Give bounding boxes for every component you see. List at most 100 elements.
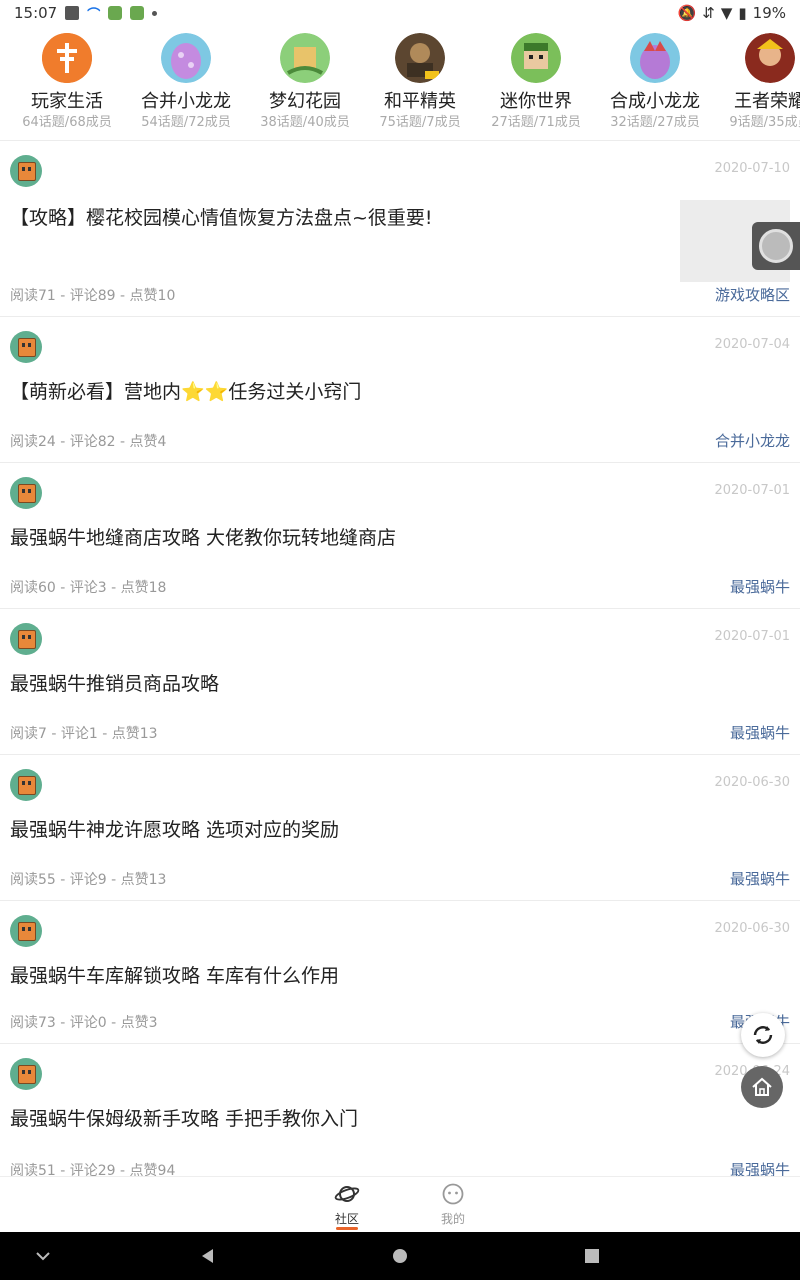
recents-icon [585,1249,599,1263]
app-notification-icon: ⌒ [87,7,101,23]
post-item[interactable]: 2020-06-30 最强蜗牛神龙许愿攻略 选项对应的奖励 阅读55 - 评论9… [0,755,800,900]
home-nav-button[interactable] [385,1232,415,1280]
post-tag[interactable]: 合并小龙龙 [715,430,790,451]
group-stats: 75话题/7成员 [379,115,461,130]
group-name: 合并小龙龙 [141,91,231,112]
recents-button[interactable] [577,1232,607,1280]
group-avatar [511,33,561,83]
group-item[interactable]: 梦幻花园 38话题/40成员 [245,28,365,131]
post-meta: 阅读7 - 评论1 - 点赞13 [10,726,158,742]
game-notification-icon-2 [130,6,145,20]
post-tag[interactable]: 最强蜗牛 [730,868,790,889]
post-date: 2020-07-04 [714,337,790,352]
group-strip[interactable]: 玩家生活 64话题/68成员 合并小龙龙 54话题/72成员 梦幻花园 38话题… [0,28,800,140]
bottom-tab-bar: 社区 我的 [0,1176,800,1233]
user-avatar[interactable] [10,477,42,509]
post-meta: 阅读24 - 评论82 - 点赞4 [10,434,167,450]
post-tag[interactable]: 最强蜗牛 [730,722,790,743]
battery-icon: ▮ [738,4,747,22]
chevron-down-icon [36,1252,50,1261]
group-item[interactable]: 王者荣耀 9话题/35成员 [710,28,800,131]
assistive-touch-button[interactable] [752,222,800,270]
group-name: 梦幻花园 [269,91,341,112]
post-title[interactable]: 【萌新必看】营地内⭐⭐任务过关小窍门 [10,377,361,404]
group-stats: 9话题/35成员 [729,115,800,130]
group-avatar [395,33,445,83]
post-title-text: 【萌新必看】营地内 [10,381,182,403]
group-item[interactable]: 迷你世界 27话题/71成员 [476,28,596,131]
group-stats: 54话题/72成员 [141,115,231,130]
back-icon [202,1249,213,1263]
post-item[interactable]: 2020-07-01 最强蜗牛地缝商店攻略 大佬教你玩转地缝商店 阅读60 - … [0,463,800,608]
group-avatar [745,33,795,83]
group-item[interactable]: 合并小龙龙 54话题/72成员 [126,28,246,131]
post-date: 2020-06-30 [714,775,790,790]
post-title[interactable]: 最强蜗牛保姆级新手攻略 手把手教你入门 [10,1104,358,1131]
group-item[interactable]: 和平精英 75话题/7成员 [360,28,480,131]
post-date: 2020-07-01 [714,629,790,644]
post-title-text-2: 任务过关小窍门 [228,381,362,403]
group-stats: 32话题/27成员 [610,115,700,130]
post-date: 2020-07-10 [714,161,790,176]
status-bar: 15:07 ⌒ 🔕 ⇵ ▼ ▮ 19% [0,0,800,26]
game-notification-icon [108,6,123,20]
smiley-icon [442,1183,464,1205]
star-icon: ⭐⭐ [181,381,229,403]
post-tag[interactable]: 最强蜗牛 [730,576,790,597]
user-avatar[interactable] [10,769,42,801]
active-tab-indicator [336,1227,358,1230]
post-item[interactable]: 2020-06-24 最强蜗牛保姆级新手攻略 手把手教你入门 阅读51 - 评论… [0,1044,800,1179]
tab-label: 我的 [440,1212,465,1226]
mute-icon: 🔕 [677,4,697,22]
post-item[interactable]: 2020-07-04 【萌新必看】营地内⭐⭐任务过关小窍门 阅读24 - 评论8… [0,317,800,462]
group-avatar [280,33,330,83]
user-avatar[interactable] [10,1058,42,1090]
group-stats: 64话题/68成员 [22,115,112,130]
user-avatar[interactable] [10,331,42,363]
home-icon [752,1077,772,1096]
group-name: 玩家生活 [31,91,103,112]
post-meta: 阅读60 - 评论3 - 点赞18 [10,580,167,596]
post-date: 2020-06-30 [714,921,790,936]
home-button[interactable] [741,1066,783,1108]
user-avatar[interactable] [10,155,42,187]
group-name: 和平精英 [384,91,456,112]
post-date: 2020-07-01 [714,483,790,498]
tab-community[interactable]: 社区 [317,1183,377,1230]
hide-nav-button[interactable] [28,1232,58,1280]
group-avatar [161,33,211,83]
wifi-icon: ▼ [720,4,733,22]
user-avatar[interactable] [10,623,42,655]
refresh-icon [753,1026,773,1044]
post-title[interactable]: 最强蜗牛车库解锁攻略 车库有什么作用 [10,961,339,988]
post-meta: 阅读71 - 评论89 - 点赞10 [10,288,176,304]
planet-icon [334,1186,360,1202]
more-notifications-icon [152,10,158,16]
post-item[interactable]: 2020-07-01 最强蜗牛推销员商品攻略 阅读7 - 评论1 - 点赞13 … [0,609,800,754]
signal-icon: ⇵ [702,4,715,22]
image-notification-icon [65,6,80,20]
post-tag[interactable]: 游戏攻略区 [715,284,790,305]
status-time: 15:07 [14,4,58,22]
group-avatar [630,33,680,83]
tab-label: 社区 [334,1212,359,1226]
post-title[interactable]: 【攻略】樱花校园模心情值恢复方法盘点~很重要! [10,203,433,230]
group-stats: 38话题/40成员 [260,115,350,130]
post-item[interactable]: 2020-07-10 【攻略】樱花校园模心情值恢复方法盘点~很重要! 阅读71 … [0,141,800,316]
group-name: 合成小龙龙 [610,91,700,112]
group-item[interactable]: 玩家生活 64话题/68成员 [7,28,127,131]
user-avatar[interactable] [10,915,42,947]
home-circle-icon [393,1249,407,1263]
group-name: 迷你世界 [500,91,572,112]
post-title[interactable]: 最强蜗牛地缝商店攻略 大佬教你玩转地缝商店 [10,523,396,550]
system-nav-bar [0,1232,800,1280]
tab-mine[interactable]: 我的 [423,1183,483,1227]
post-title[interactable]: 最强蜗牛神龙许愿攻略 选项对应的奖励 [10,815,339,842]
post-meta: 阅读73 - 评论0 - 点赞3 [10,1015,158,1031]
back-button[interactable] [192,1232,222,1280]
refresh-button[interactable] [741,1013,785,1057]
group-name: 王者荣耀 [734,91,800,112]
post-title[interactable]: 最强蜗牛推销员商品攻略 [10,669,219,696]
post-item[interactable]: 2020-06-30 最强蜗牛车库解锁攻略 车库有什么作用 阅读73 - 评论0… [0,901,800,1043]
group-item[interactable]: 合成小龙龙 32话题/27成员 [595,28,715,131]
